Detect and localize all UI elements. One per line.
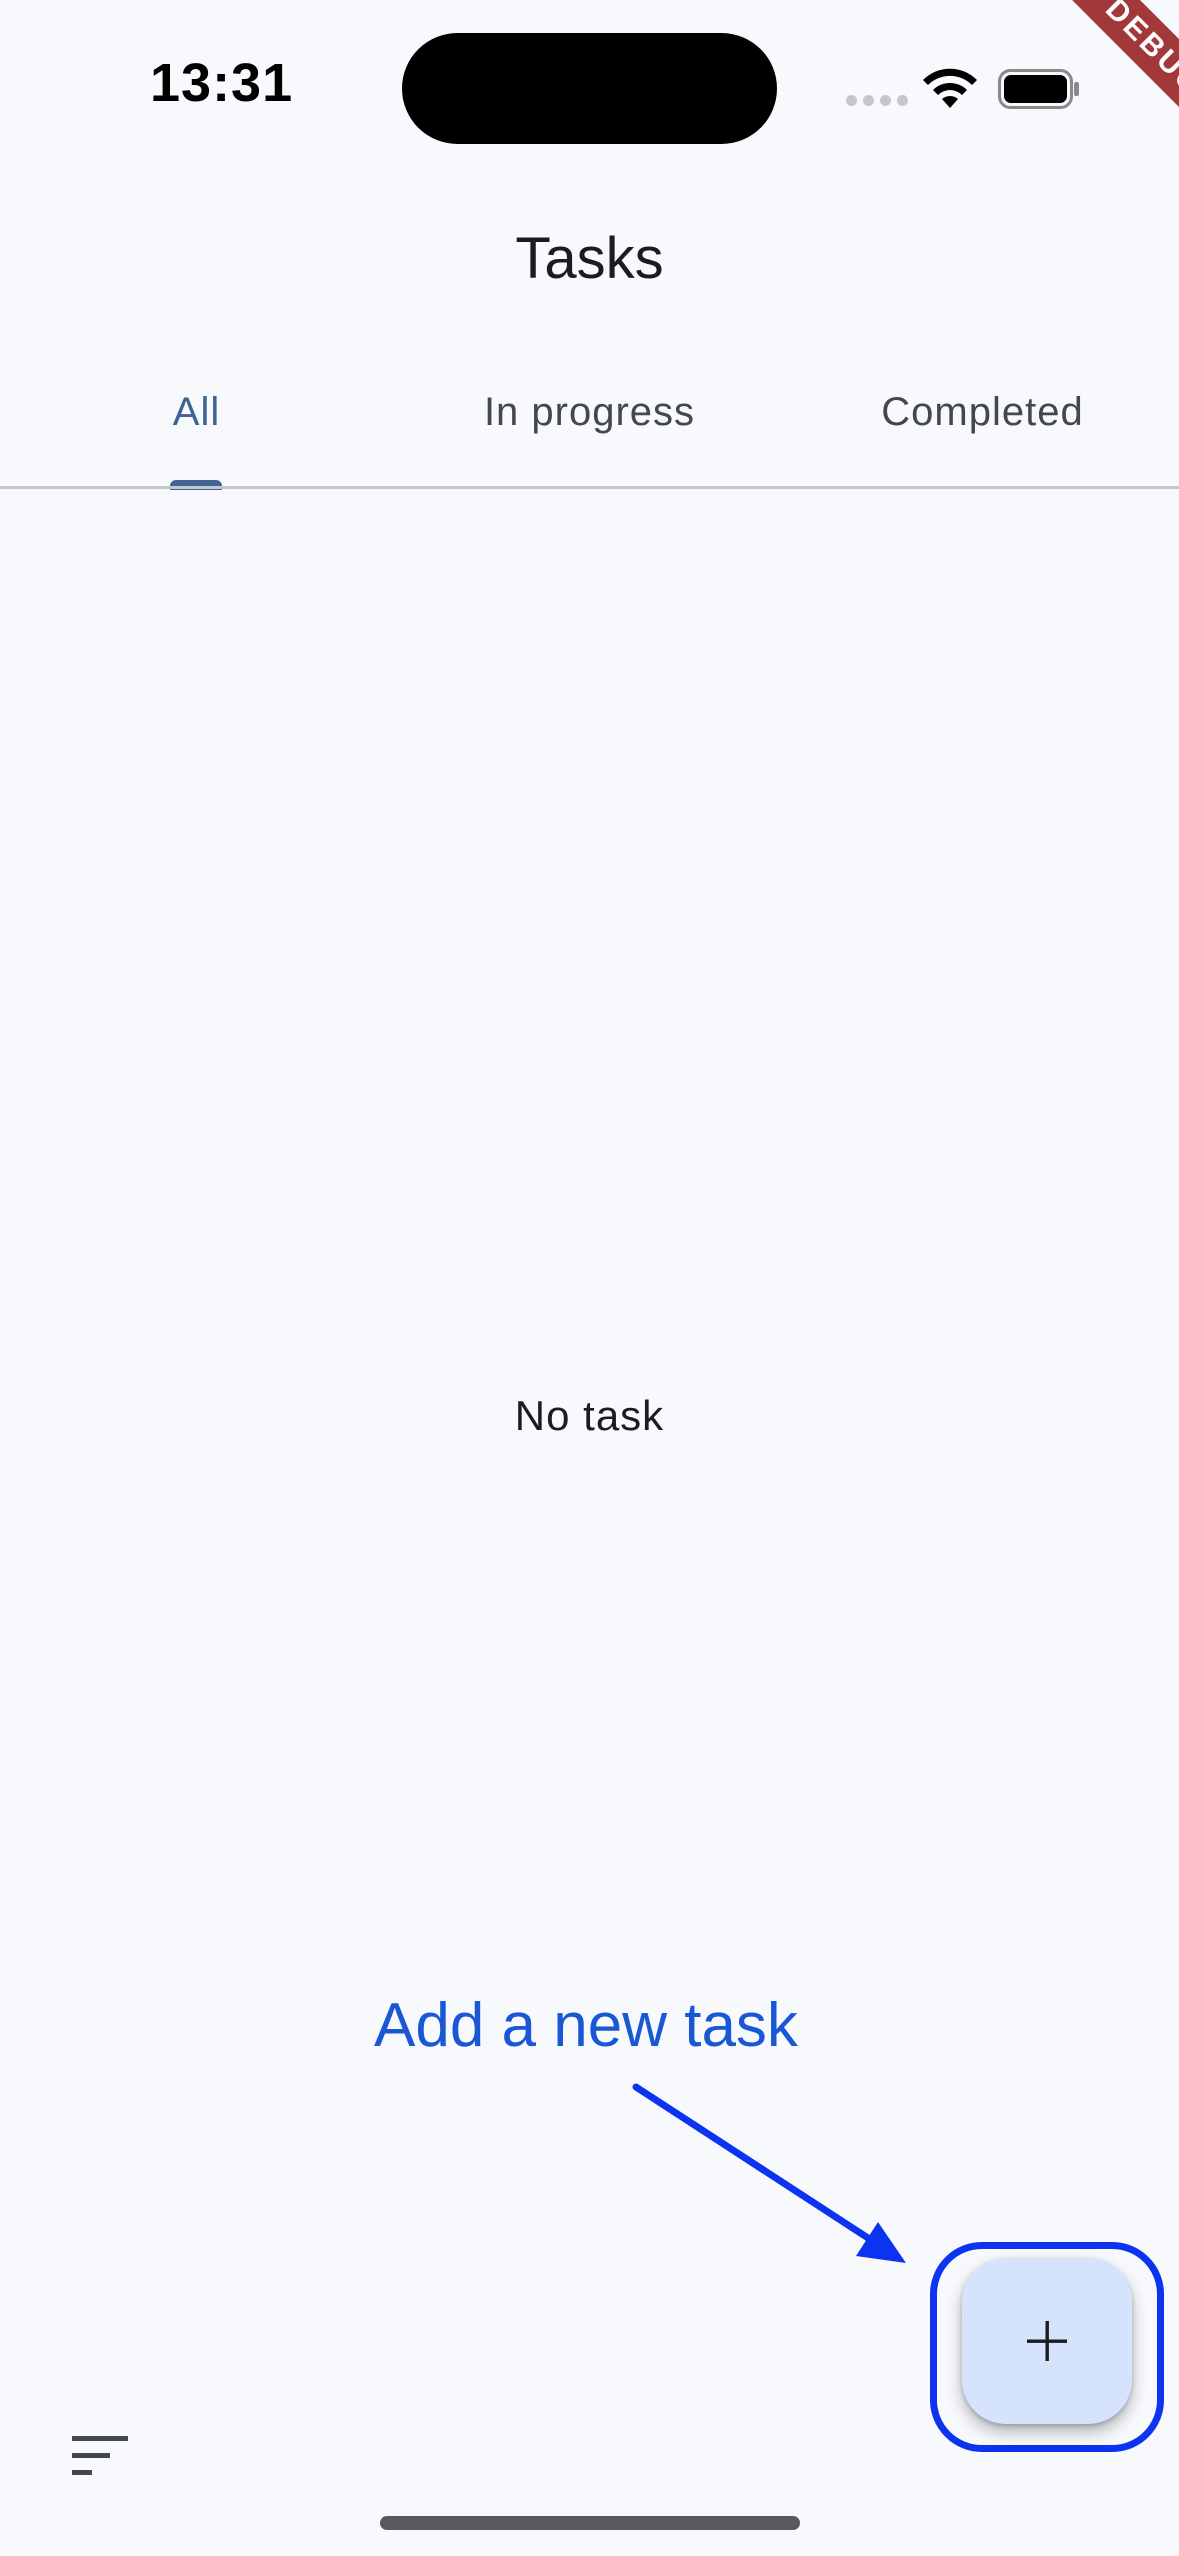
tab-all-label: All bbox=[172, 390, 221, 434]
battery-icon bbox=[998, 69, 1079, 109]
sort-icon[interactable] bbox=[62, 2426, 142, 2486]
annotation-label: Add a new task bbox=[374, 1991, 798, 2060]
signal-dots-icon bbox=[846, 95, 908, 106]
tab-in-progress[interactable]: In progress bbox=[393, 360, 786, 488]
screen: 13:31 DEBUG Tasks All In progress Comple… bbox=[0, 0, 1179, 2556]
tab-completed-label: Completed bbox=[881, 390, 1084, 434]
tab-completed[interactable]: Completed bbox=[786, 360, 1179, 488]
tab-all[interactable]: All bbox=[0, 360, 393, 488]
status-time: 13:31 bbox=[150, 53, 294, 113]
wifi-icon bbox=[923, 68, 977, 108]
add-task-button[interactable] bbox=[962, 2258, 1132, 2424]
home-indicator[interactable] bbox=[380, 2516, 800, 2530]
empty-state-message: No task bbox=[514, 1392, 665, 1439]
dynamic-island bbox=[402, 33, 777, 144]
page-title: Tasks bbox=[515, 226, 664, 291]
tab-in-progress-label: In progress bbox=[483, 390, 696, 434]
tab-divider bbox=[0, 486, 1179, 489]
plus-icon bbox=[1027, 2321, 1067, 2361]
tab-bar: All In progress Completed bbox=[0, 360, 1179, 488]
